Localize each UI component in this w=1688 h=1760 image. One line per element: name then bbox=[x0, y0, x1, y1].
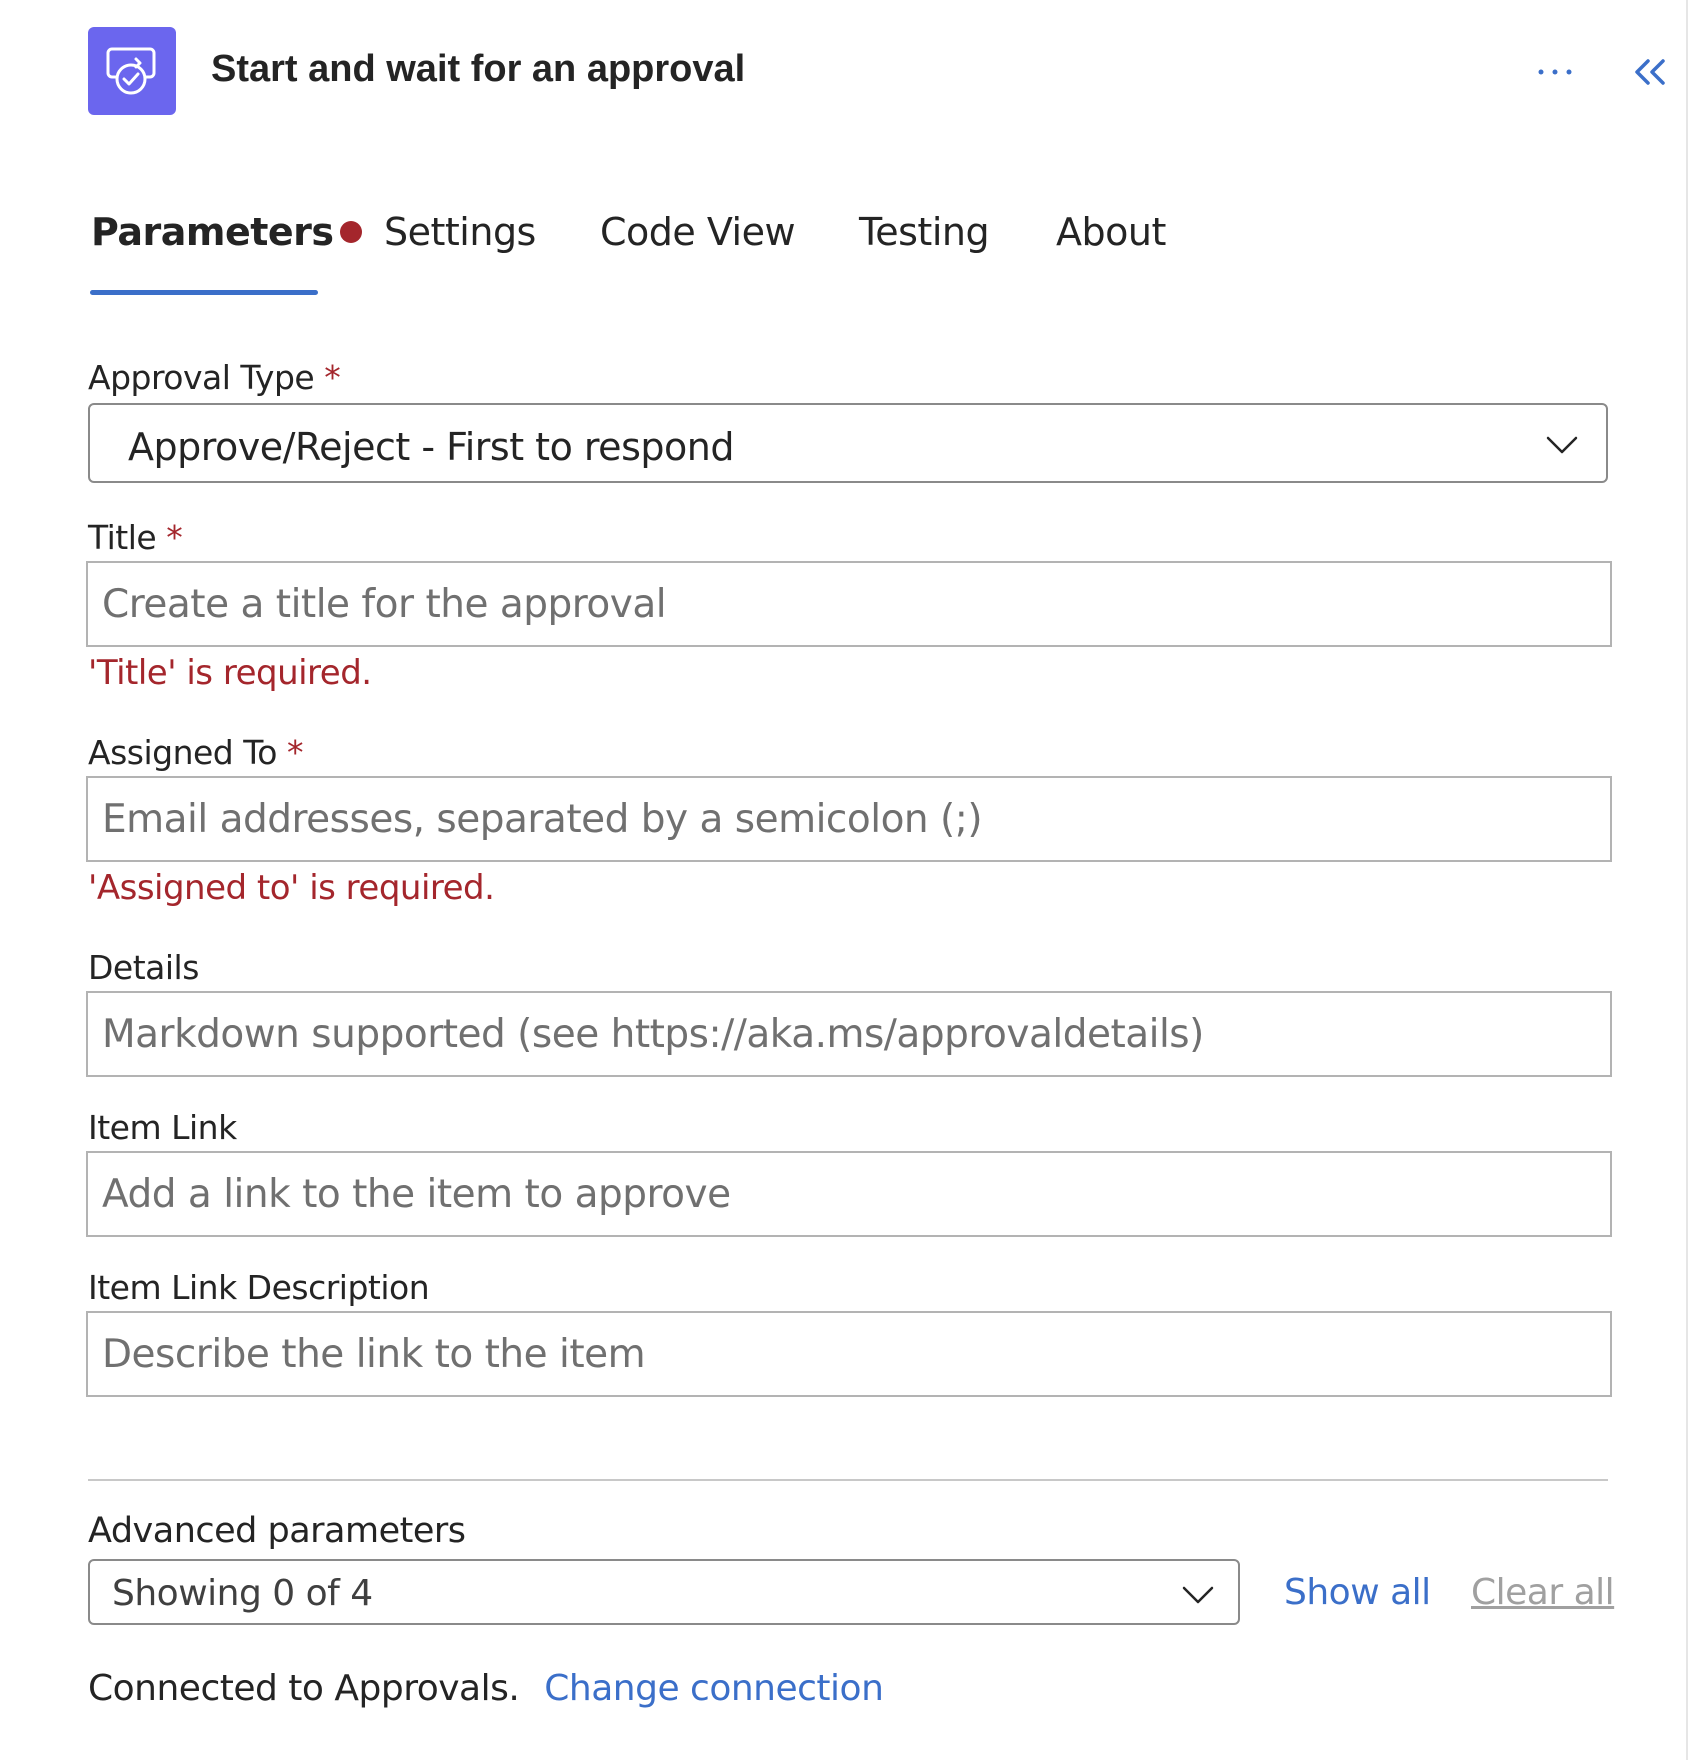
approval-type-label: Approval Type * bbox=[88, 358, 341, 397]
details-label: Details bbox=[88, 948, 199, 987]
tab-about[interactable]: About bbox=[1056, 210, 1166, 254]
panel-header: Start and wait for an approval bbox=[0, 0, 1688, 140]
chevron-down-icon bbox=[1182, 1586, 1214, 1604]
title-input[interactable] bbox=[86, 561, 1612, 647]
item-link-label: Item Link bbox=[88, 1108, 237, 1147]
tab-parameters[interactable]: Parameters bbox=[91, 210, 362, 254]
action-title: Start and wait for an approval bbox=[211, 48, 746, 90]
title-label: Title * bbox=[88, 518, 183, 557]
tab-testing[interactable]: Testing bbox=[859, 210, 990, 254]
advanced-parameters-dropdown[interactable]: Showing 0 of 4 bbox=[88, 1559, 1240, 1625]
approval-type-dropdown[interactable]: Approve/Reject - First to respond bbox=[88, 403, 1608, 483]
active-tab-indicator bbox=[90, 290, 318, 295]
error-dot-icon bbox=[339, 220, 362, 243]
more-options-button[interactable] bbox=[1530, 52, 1580, 92]
item-link-description-input[interactable] bbox=[86, 1311, 1612, 1397]
connection-status: Connected to Approvals. Change connectio… bbox=[88, 1668, 884, 1709]
assigned-to-error-message: 'Assigned to' is required. bbox=[88, 868, 495, 908]
tab-code-view[interactable]: Code View bbox=[600, 210, 796, 254]
action-details-panel: Start and wait for an approval Parameter… bbox=[0, 0, 1688, 1760]
required-marker: * bbox=[166, 518, 183, 557]
more-horizontal-icon bbox=[1538, 69, 1572, 75]
advanced-parameters-value: Showing 0 of 4 bbox=[112, 1573, 373, 1614]
item-link-input[interactable] bbox=[86, 1151, 1612, 1237]
assigned-to-input[interactable] bbox=[86, 776, 1612, 862]
change-connection-link[interactable]: Change connection bbox=[544, 1668, 884, 1709]
approval-icon bbox=[88, 27, 176, 115]
field-label-text: Approval Type bbox=[88, 358, 315, 397]
required-marker: * bbox=[286, 733, 304, 772]
connected-text: Connected to Approvals. bbox=[88, 1668, 520, 1709]
tab-bar: Parameters Settings Code View Testing Ab… bbox=[88, 210, 1388, 300]
field-label-text: Title bbox=[88, 518, 157, 557]
details-input[interactable] bbox=[86, 991, 1612, 1077]
approval-type-value: Approve/Reject - First to respond bbox=[128, 425, 734, 469]
advanced-parameters-label: Advanced parameters bbox=[88, 1511, 466, 1551]
required-marker: * bbox=[324, 358, 341, 397]
collapse-panel-button[interactable] bbox=[1628, 50, 1672, 94]
double-chevron-left-icon bbox=[1635, 59, 1665, 85]
chevron-down-icon bbox=[1546, 436, 1578, 454]
section-divider bbox=[88, 1479, 1608, 1481]
tab-settings[interactable]: Settings bbox=[384, 210, 536, 254]
clear-all-link[interactable]: Clear all bbox=[1471, 1572, 1615, 1613]
tab-label: Parameters bbox=[91, 210, 334, 254]
field-label-text: Assigned To bbox=[88, 733, 277, 772]
show-all-link[interactable]: Show all bbox=[1284, 1572, 1431, 1613]
item-link-description-label: Item Link Description bbox=[88, 1268, 430, 1307]
assigned-to-label: Assigned To * bbox=[88, 733, 303, 772]
title-error-message: 'Title' is required. bbox=[88, 653, 372, 693]
